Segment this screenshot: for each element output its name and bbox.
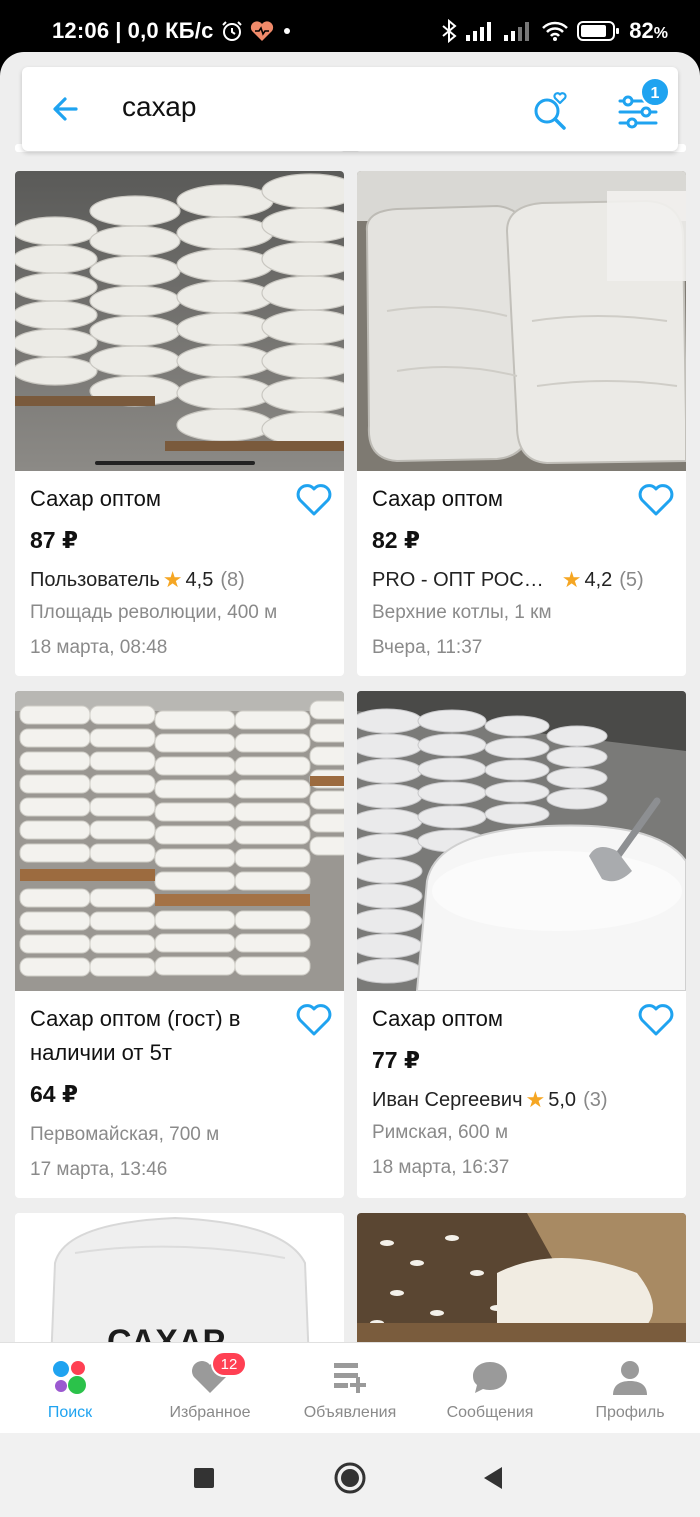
battery-icon: [577, 19, 621, 43]
seller-rating: 4,5: [185, 568, 214, 591]
system-navigation-bar: [0, 1433, 700, 1517]
listing-price: 64 ₽: [30, 1081, 78, 1107]
listing-photo[interactable]: [357, 171, 686, 471]
battery-level: 82: [629, 18, 654, 43]
filter-count-badge: 1: [640, 77, 670, 107]
signal-2-icon: [503, 20, 533, 42]
listing-card[interactable]: Сахар оптом 77 ₽ Иван Сергеевич ★ 5,0 (3…: [357, 691, 686, 1198]
star-icon: ★: [162, 567, 183, 592]
listing-price: 87 ₽: [30, 527, 78, 553]
listing-title[interactable]: Сахар оптом: [372, 1002, 627, 1036]
back-button[interactable]: [46, 89, 86, 129]
search-bar: сахар 1: [22, 67, 678, 151]
profile-icon: [613, 1361, 647, 1395]
heart-outline-icon: [638, 1004, 674, 1036]
star-icon: ★: [561, 567, 582, 592]
review-count: (3): [583, 1088, 608, 1111]
seller-info: Иван Сергеевич ★ 5,0 (3): [372, 1087, 677, 1113]
bluetooth-icon: [441, 19, 457, 43]
nav-messages-label: Сообщения: [446, 1404, 534, 1421]
back-arrow-icon: [53, 97, 78, 121]
signal-icon: [465, 20, 495, 42]
listing-date: 18 марта, 16:37: [372, 1157, 510, 1178]
health-heart-icon: [250, 20, 274, 42]
seller-rating: 4,2: [584, 568, 613, 591]
listing-card[interactable]: Сахар оптом 82 ₽ PRO - ОПТ РОС… ★ 4,2 (5…: [357, 171, 686, 676]
back-nav-button[interactable]: [476, 1460, 512, 1496]
status-speed: 0,0 КБ/с: [127, 18, 214, 43]
listing-title[interactable]: Сахар оптом (гост) в наличии от 5т: [30, 1002, 285, 1070]
listing-date: Вчера, 11:37: [372, 637, 483, 658]
triangle-back-icon: [484, 1467, 502, 1489]
alarm-icon: [220, 19, 244, 43]
nav-profile[interactable]: Профиль: [560, 1343, 700, 1433]
nav-search-label: Поиск: [47, 1404, 93, 1421]
bottom-navigation: Поиск 12 Избранное Объявления Сообщения …: [0, 1342, 700, 1433]
listing-card[interactable]: Сахар оптом 87 ₽ Пользователь ★ 4,5 (8) …: [15, 171, 344, 676]
seller-info: PRO - ОПТ РОС… ★ 4,2 (5): [372, 567, 677, 593]
favorite-button[interactable]: [638, 1003, 674, 1037]
saved-search-icon: [534, 92, 567, 130]
favorite-button[interactable]: [296, 483, 332, 517]
review-count: (5): [619, 568, 644, 591]
nav-favorites-label: Избранное: [169, 1404, 251, 1421]
favorite-button[interactable]: [638, 483, 674, 517]
recent-apps-button[interactable]: [186, 1460, 222, 1496]
nav-messages[interactable]: Сообщения: [420, 1343, 560, 1433]
favorite-button[interactable]: [296, 1003, 332, 1037]
listing-date: 17 марта, 13:46: [30, 1159, 168, 1180]
star-icon: ★: [525, 1087, 546, 1112]
listing-location: Площадь революции, 400 м: [30, 602, 278, 623]
seller-name: PRO - ОПТ РОС…: [372, 568, 544, 591]
heart-outline-icon: [638, 484, 674, 516]
chat-icon: [473, 1362, 507, 1393]
wifi-icon: [541, 20, 569, 42]
seller-name: Пользователь: [30, 568, 160, 591]
seller-rating: 5,0: [548, 1088, 577, 1111]
search-input[interactable]: сахар: [122, 91, 196, 123]
listing-location: Верхние котлы, 1 км: [372, 602, 552, 623]
listing-price: 77 ₽: [372, 1047, 420, 1073]
listing-date: 18 марта, 08:48: [30, 637, 168, 658]
listing-card[interactable]: Сахар оптом (гост) в наличии от 5т 64 ₽ …: [15, 691, 344, 1198]
listing-photo[interactable]: [357, 691, 686, 991]
seller-name: Иван Сергеевич: [372, 1088, 523, 1111]
notification-dot-icon: [280, 24, 294, 38]
status-time: 12:06: [52, 18, 110, 43]
listing-price: 82 ₽: [372, 527, 420, 553]
favorites-count-badge: 12: [211, 1351, 247, 1377]
home-button[interactable]: [332, 1460, 368, 1496]
seller-info: Пользователь ★ 4,5 (8): [30, 567, 335, 593]
search-dots-icon: [53, 1361, 86, 1394]
nav-listings-label: Объявления: [303, 1404, 397, 1421]
nav-listings[interactable]: Объявления: [280, 1343, 420, 1433]
nav-profile-label: Профиль: [595, 1404, 665, 1421]
heart-outline-icon: [296, 484, 332, 516]
app-surface: сахар 1 Сахар оптом 87 ₽ Пользователь ★ …: [0, 52, 700, 1433]
listing-photo[interactable]: [15, 691, 344, 991]
listing-location: Римская, 600 м: [372, 1122, 509, 1143]
save-search-button[interactable]: [527, 85, 577, 135]
add-listing-icon: [334, 1363, 366, 1393]
nav-search[interactable]: Поиск: [0, 1343, 140, 1433]
heart-outline-icon: [296, 1004, 332, 1036]
square-icon: [194, 1468, 214, 1488]
listing-title[interactable]: Сахар оптом: [30, 482, 285, 516]
nav-favorites[interactable]: 12 Избранное: [140, 1343, 280, 1433]
listing-location: Первомайская, 700 м: [30, 1124, 220, 1145]
listing-photo[interactable]: [15, 171, 344, 471]
listing-title[interactable]: Сахар оптом: [372, 482, 627, 516]
review-count: (8): [220, 568, 245, 591]
circle-icon: [334, 1462, 366, 1494]
